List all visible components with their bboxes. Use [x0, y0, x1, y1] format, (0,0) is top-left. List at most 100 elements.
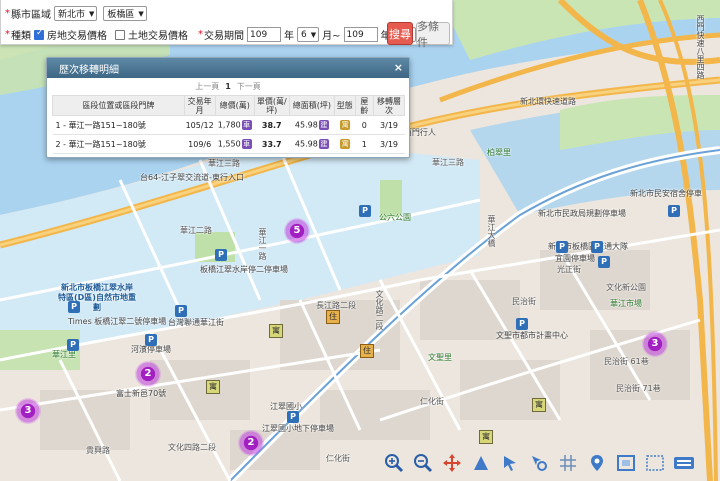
window-icon[interactable] — [641, 449, 668, 476]
select-icon[interactable] — [496, 449, 523, 476]
cell-area: 45.98 建 — [289, 115, 335, 135]
locate-icon[interactable] — [583, 449, 610, 476]
map-label: 西門快速八里四路 — [696, 15, 705, 79]
real-estate-checkbox[interactable] — [34, 28, 44, 40]
measure-distance-icon[interactable] — [467, 449, 494, 476]
map-label: 民治街 71巷 — [616, 384, 661, 393]
city-row: * 縣市區域 新北市 ▼ 板橋區 ▼ — [5, 6, 150, 21]
parking-tag-icon: 車 — [241, 120, 252, 130]
property-marker[interactable]: 寓 — [269, 324, 283, 338]
map-label: 文聖市都市計畫中心 — [496, 331, 568, 340]
map-label: 華江三路 — [432, 158, 464, 167]
parking-icon: P — [67, 339, 79, 351]
city-label: 縣市區域 — [11, 10, 51, 21]
cell-unit-price: 33.7 — [254, 134, 290, 154]
district-select[interactable]: 板橋區 ▼ — [103, 6, 147, 21]
col-date: 交易年月 — [183, 95, 216, 116]
property-cluster[interactable]: 5 — [284, 218, 310, 244]
transaction-table: 區段位置或區段門牌 交易年月 總價(萬) 單價(萬/坪) 總面積(坪) 型態 屋… — [52, 95, 405, 154]
detail-tag-icon: 建 — [318, 139, 329, 149]
building-type-icon: 寓 — [340, 139, 351, 149]
multi-condition-button[interactable]: 多條件 — [416, 20, 450, 49]
cell-age: 0 — [355, 115, 374, 135]
next-page-link[interactable]: 下一頁 — [237, 81, 261, 92]
area-value: 45.98 — [294, 139, 318, 149]
search-button[interactable]: 搜尋 — [387, 22, 413, 45]
col-floor: 移轉層次 — [373, 95, 405, 116]
parking-tag-icon: 車 — [241, 139, 252, 149]
required-mark: * — [5, 8, 10, 19]
property-marker[interactable]: 寓 — [532, 398, 546, 412]
prev-page-link[interactable]: 上一頁 — [195, 81, 219, 92]
map-label: 光正街 — [557, 265, 581, 274]
zoom-out-icon[interactable] — [409, 449, 436, 476]
table-row[interactable]: 1 - 華江一路151~180號 105/12 1,780 車 38.7 45.9… — [52, 115, 405, 135]
parking-icon: P — [591, 241, 603, 253]
map-label: 柏翠里 — [487, 148, 511, 157]
col-area: 總面積(坪) — [288, 95, 336, 116]
close-icon[interactable]: × — [394, 61, 403, 74]
table-header-row: 區段位置或區段門牌 交易年月 總價(萬) 單價(萬/坪) 總面積(坪) 型態 屋… — [52, 95, 405, 116]
map-label: 文聖里 — [428, 353, 452, 362]
property-cluster[interactable]: 2 — [135, 361, 161, 387]
property-marker[interactable]: 住 — [326, 310, 340, 324]
parking-icon: P — [556, 241, 568, 253]
full-extent-icon[interactable] — [612, 449, 639, 476]
map-label: 宜園停車場 — [555, 254, 595, 263]
map-label: 華江三路 — [208, 159, 240, 168]
parking-icon: P — [287, 411, 299, 423]
map-label: 新北市民政局規劃停車場 — [538, 209, 626, 218]
cell-type: 寓 — [334, 134, 356, 154]
map-label: 文化四路二段 — [168, 443, 216, 452]
city-value: 新北市 — [58, 10, 86, 20]
table-row[interactable]: 2 - 華江一路151~180號 109/6 1,550 車 33.7 45.98… — [52, 134, 405, 154]
parking-icon: P — [359, 205, 371, 217]
cell-total-price: 1,550 車 — [215, 134, 255, 154]
map-toolbar — [376, 444, 720, 481]
map-label: 台灣聯通華江街 — [168, 318, 224, 327]
year-to-input[interactable]: 109 — [343, 27, 378, 42]
chevron-down-icon: ▼ — [138, 9, 144, 18]
required-mark: * — [5, 29, 10, 40]
map-label: 新北市民安宿舍停車 — [630, 189, 702, 198]
property-cluster[interactable]: 3 — [15, 398, 41, 424]
required-mark: * — [198, 29, 203, 40]
month-from-select[interactable]: 6 ▼ — [297, 27, 320, 42]
real-estate-label: 房地交易價格 — [47, 31, 107, 42]
map-label: 民治街 61巷 — [604, 357, 649, 366]
cell-unit-price: 38.7 — [254, 115, 290, 135]
land-checkbox[interactable] — [115, 29, 125, 40]
filter-row-2: * 種類 房地交易價格 土地交易價格 * 交易期間 109 年 6▼ 月~ 10… — [5, 27, 429, 42]
identify-icon[interactable] — [525, 449, 552, 476]
cell-age: 1 — [355, 134, 374, 154]
map-label: 富士新邑70號 — [116, 389, 167, 398]
map-label: 華江一路 — [258, 228, 267, 260]
chevron-down-icon: ▼ — [310, 30, 317, 39]
property-marker[interactable]: 寓 — [206, 380, 220, 394]
area-value: 45.98 — [294, 120, 318, 130]
layers-icon[interactable] — [670, 449, 697, 476]
cell-floor: 3/19 — [373, 134, 405, 154]
cell-address: 2 - 華江一路151~180號 — [52, 134, 185, 154]
map-label: 板橋江翠水岸停二停車場 — [200, 265, 288, 274]
zoom-in-icon[interactable] — [380, 449, 407, 476]
month-separator: 月~ — [322, 31, 341, 42]
col-total-price: 總價(萬) — [214, 95, 255, 116]
parking-icon: P — [175, 305, 187, 317]
year-from-input[interactable]: 109 — [247, 27, 281, 42]
grid-icon[interactable] — [554, 449, 581, 476]
cell-total-price: 1,780 車 — [215, 115, 255, 135]
property-marker[interactable]: 寓 — [479, 430, 493, 444]
map-label: 仁化街 — [420, 397, 444, 406]
cell-date: 109/6 — [184, 134, 216, 154]
property-cluster[interactable]: 2 — [238, 430, 264, 456]
property-cluster[interactable]: 3 — [642, 331, 668, 357]
map-label: 華江二路 — [180, 226, 212, 235]
period-label: 交易期間 — [204, 31, 244, 42]
pan-icon[interactable] — [438, 449, 465, 476]
chevron-down-icon: ▼ — [89, 9, 95, 18]
cell-area: 45.98 建 — [289, 134, 335, 154]
property-marker[interactable]: 住 — [360, 344, 374, 358]
city-select[interactable]: 新北市 ▼ — [54, 6, 98, 21]
transaction-history-popup: 歷次移轉明細 × 上一頁 1 下一頁 區段位置或區段門牌 交易年月 總價(萬) … — [46, 57, 410, 158]
